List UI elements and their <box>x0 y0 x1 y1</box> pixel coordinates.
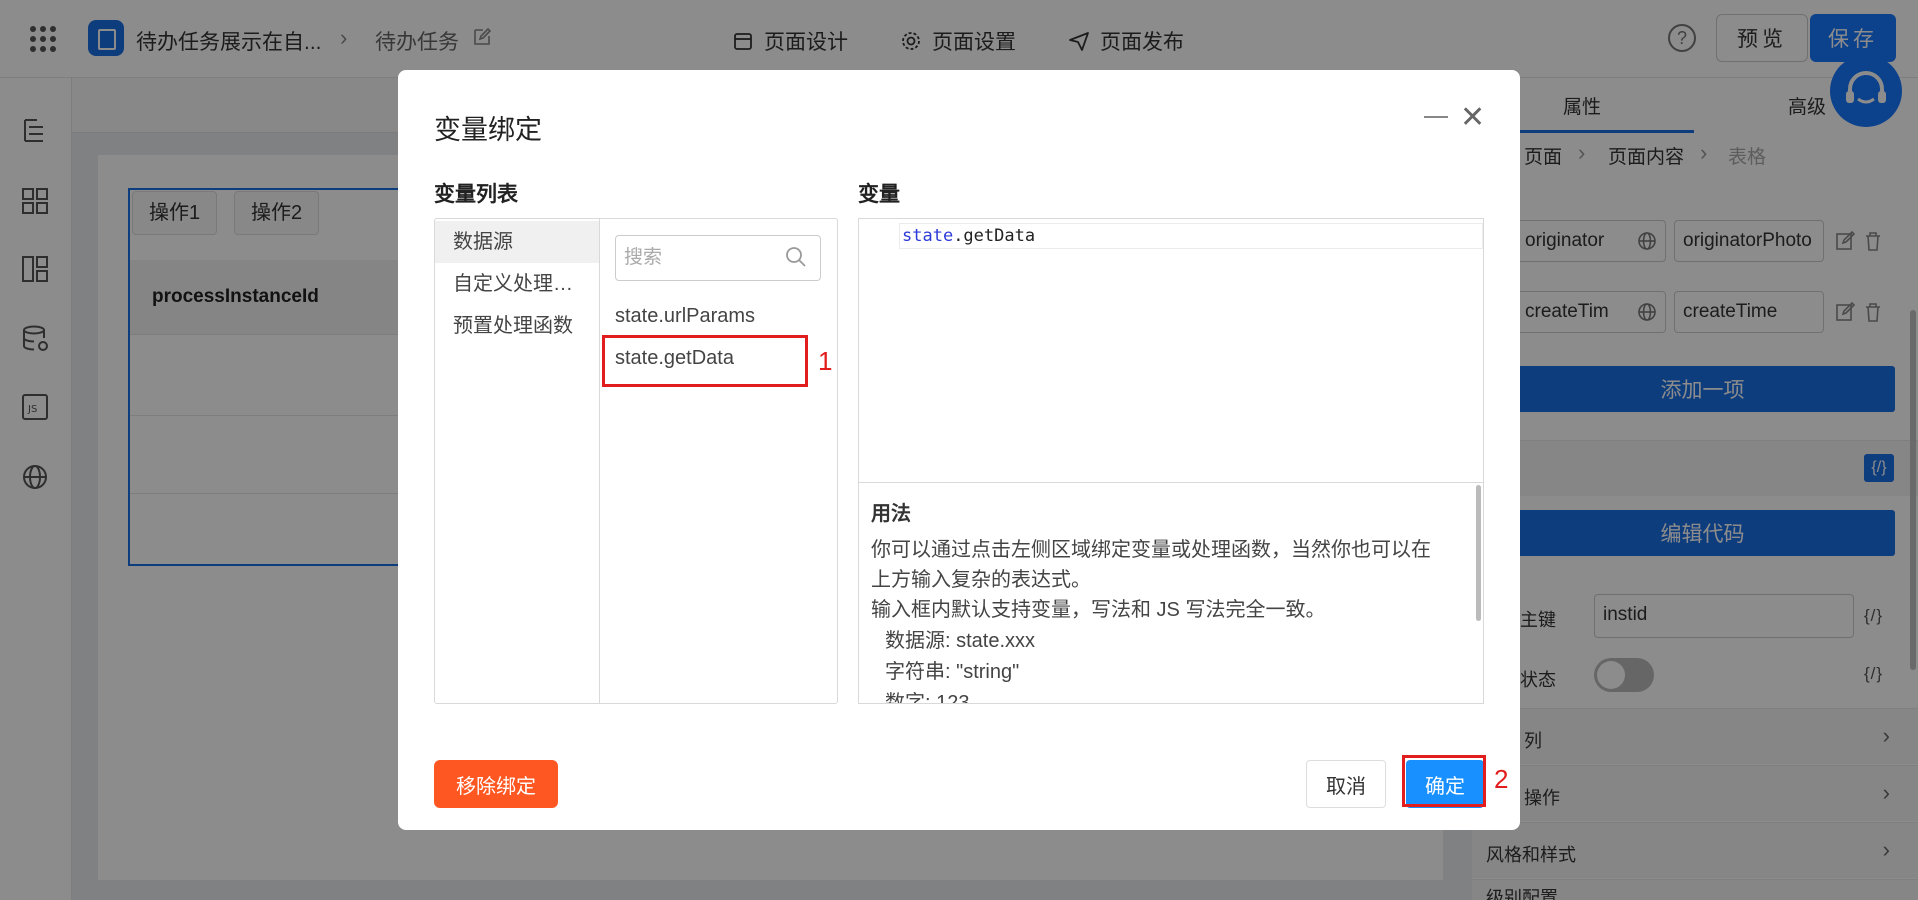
category-datasource[interactable]: 数据源 <box>435 221 599 263</box>
annotation-highlight-confirm <box>1402 755 1486 807</box>
code-member: .getData <box>953 226 1036 246</box>
code-keyword: state <box>902 226 954 246</box>
category-preset-functions[interactable]: 预置处理函数 <box>435 305 599 347</box>
usage-text: 上方输入复杂的表达式。 <box>871 569 1091 591</box>
close-icon[interactable]: ✕ <box>1460 100 1485 135</box>
usage-text: 数据源: state.xxx <box>885 630 1036 652</box>
variable-list: 数据源 自定义处理函数 预置处理函数 搜索 state.urlParams st… <box>434 218 838 704</box>
cancel-button[interactable]: 取消 <box>1306 760 1386 808</box>
variable-list-heading: 变量列表 <box>434 183 518 206</box>
annotation-highlight-variable <box>602 335 808 387</box>
category-column: 数据源 自定义处理函数 预置处理函数 <box>435 219 600 703</box>
annotation-number: 2 <box>1494 764 1509 794</box>
usage-title: 用法 <box>871 503 911 525</box>
usage-text: 输入框内默认支持变量，写法和 JS 写法完全一致。 <box>871 599 1326 621</box>
usage-scrollbar[interactable] <box>1476 485 1481 621</box>
usage-text: 数字: 123 <box>885 692 970 704</box>
code-line[interactable]: state.getData <box>899 223 1483 249</box>
usage-text: 你可以通过点击左侧区域绑定变量或处理函数，当然你也可以在 <box>871 539 1431 561</box>
usage-help: 用法 你可以通过点击左侧区域绑定变量或处理函数，当然你也可以在 上方输入复杂的表… <box>858 482 1484 704</box>
category-custom-functions[interactable]: 自定义处理函数 <box>435 263 599 305</box>
minimize-icon[interactable] <box>1424 116 1448 118</box>
usage-text: 字符串: "string" <box>885 661 1020 683</box>
annotation-number: 1 <box>818 346 833 376</box>
variable-binding-dialog: 变量绑定 ✕ 变量列表 变量 数据源 自定义处理函数 预置处理函数 搜索 sta… <box>398 70 1520 830</box>
variable-heading: 变量 <box>858 183 900 206</box>
search-icon[interactable] <box>785 246 807 268</box>
dialog-title: 变量绑定 <box>434 115 542 145</box>
remove-binding-button[interactable]: 移除绑定 <box>434 760 558 808</box>
expression-editor[interactable]: state.getData <box>858 218 1484 482</box>
variable-item-urlparams[interactable]: state.urlParams <box>615 305 755 328</box>
